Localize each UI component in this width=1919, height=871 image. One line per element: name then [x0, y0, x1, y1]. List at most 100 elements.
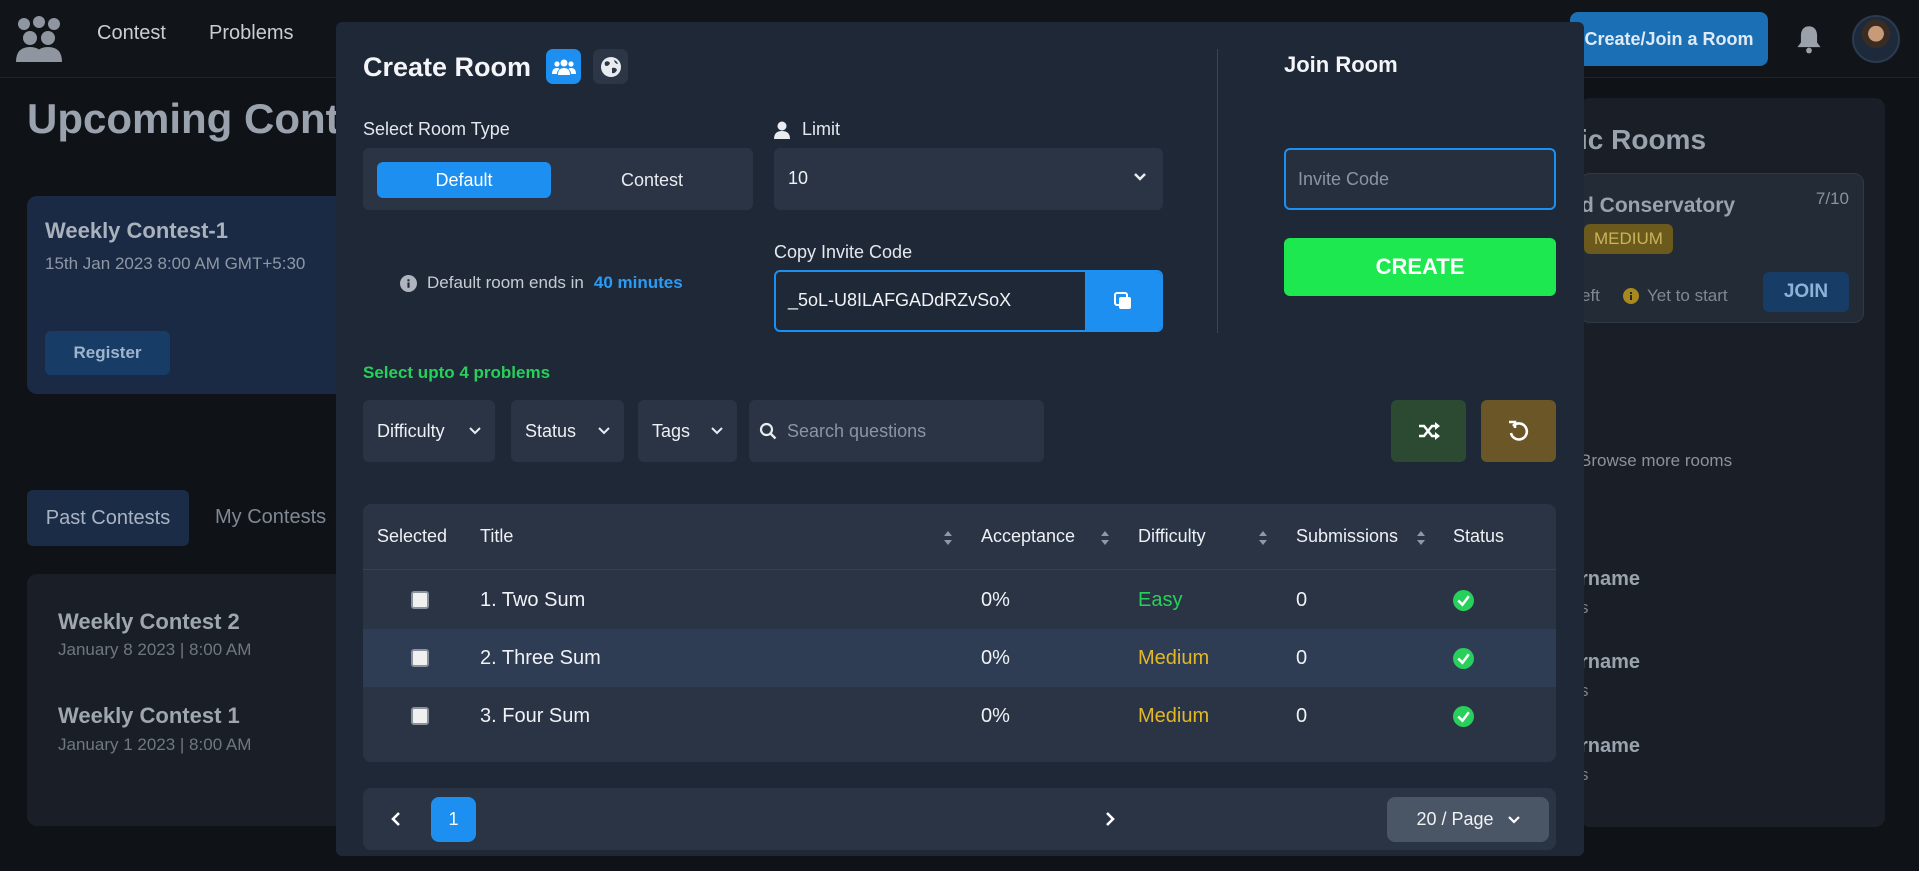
- invite-code-input[interactable]: [1286, 150, 1554, 208]
- tab-past-contests[interactable]: Past Contests: [27, 490, 189, 546]
- user-name: rname: [1580, 651, 1641, 673]
- logo-icon[interactable]: [14, 14, 64, 64]
- chevron-down-icon: [469, 427, 481, 435]
- user-icon: [774, 121, 790, 139]
- previous-page-button[interactable]: [383, 806, 409, 832]
- table-row[interactable]: 1. Two Sum 0% Easy 0: [363, 571, 1556, 629]
- column-status: Status: [1453, 526, 1505, 546]
- row-checkbox[interactable]: [411, 707, 429, 725]
- status-filter-label: Status: [525, 420, 577, 441]
- sort-icon[interactable]: [943, 530, 953, 546]
- public-room-toggle[interactable]: [593, 49, 628, 84]
- register-button[interactable]: Register: [45, 331, 170, 375]
- problem-submissions: 0: [1296, 705, 1308, 727]
- room-type-label: Select Room Type: [363, 119, 510, 139]
- people-icon: [551, 59, 576, 75]
- problem-difficulty: Easy: [1138, 589, 1183, 611]
- invite-code-input-wrapper: [1284, 148, 1556, 210]
- past-contests-list: Weekly Contest 2 January 8 2023 | 8:00 A…: [27, 574, 347, 826]
- sort-icon[interactable]: [1258, 530, 1268, 546]
- past-contest-title[interactable]: Weekly Contest 1: [58, 703, 240, 729]
- tab-my-contests[interactable]: My Contests: [215, 506, 326, 529]
- shuffle-button[interactable]: [1391, 400, 1466, 462]
- duration-highlight: 40 minutes: [593, 273, 683, 292]
- table-row[interactable]: 2. Three Sum 0% Medium 0: [363, 629, 1556, 687]
- column-submissions[interactable]: Submissions: [1296, 526, 1398, 547]
- sort-icon[interactable]: [1416, 530, 1426, 546]
- undo-icon: [1508, 420, 1528, 441]
- column-selected: Selected: [377, 526, 448, 546]
- problem-acceptance: 0%: [981, 647, 1010, 669]
- sort-icon[interactable]: [1100, 530, 1110, 546]
- problem-difficulty: Medium: [1138, 705, 1210, 727]
- contest-card-title: Weekly Contest-1: [45, 218, 228, 243]
- problem-title[interactable]: 2. Three Sum: [480, 647, 601, 670]
- invite-code-value: _5oL-U8ILAFGADdRZvSoX: [788, 290, 1012, 310]
- duration-note-text: Default room ends in: [427, 273, 584, 292]
- upcoming-contest-card: Weekly Contest-1 15th Jan 2023 8:00 AM G…: [27, 196, 347, 394]
- invite-code-field[interactable]: _5oL-U8ILAFGADdRZvSoX: [774, 270, 1163, 332]
- problem-submissions: 0: [1296, 589, 1308, 611]
- create-button[interactable]: CREATE: [1284, 238, 1556, 296]
- room-type-default-option[interactable]: Default: [377, 162, 551, 198]
- room-type-toggle: Default Contest: [363, 148, 753, 210]
- table-row[interactable]: 3. Four Sum 0% Medium 0: [363, 687, 1556, 745]
- bell-icon[interactable]: [1795, 24, 1823, 54]
- select-problems-hint: Select upto 4 problems: [363, 363, 551, 382]
- create-join-room-button[interactable]: Create/Join a Room: [1570, 12, 1768, 66]
- row-checkbox[interactable]: [411, 591, 429, 609]
- info-icon: [400, 274, 417, 292]
- tags-filter-label: Tags: [652, 420, 691, 441]
- browse-more-rooms-link[interactable]: Browse more rooms: [1580, 451, 1732, 471]
- modal-title: Create Room: [363, 52, 532, 82]
- user-name: rname: [1580, 735, 1641, 757]
- tags-filter[interactable]: Tags: [638, 400, 737, 462]
- column-acceptance[interactable]: Acceptance: [981, 526, 1075, 547]
- past-contest-date: January 8 2023 | 8:00 AM: [58, 640, 252, 659]
- page-size-select[interactable]: 20 / Page: [1387, 797, 1549, 842]
- problem-acceptance: 0%: [981, 589, 1010, 611]
- limit-value: 10: [788, 168, 809, 188]
- limit-select[interactable]: 10: [774, 148, 1163, 210]
- room-type-contest-option[interactable]: Contest: [565, 162, 739, 198]
- copy-icon: [1114, 292, 1131, 309]
- problem-title[interactable]: 3. Four Sum: [480, 705, 590, 728]
- problem-submissions: 0: [1296, 647, 1308, 669]
- invite-code-label: Copy Invite Code: [774, 242, 913, 262]
- page-size-label: 20 / Page: [1416, 809, 1494, 829]
- create-room-modal: Create Room Select Room Type Default Con…: [336, 22, 1584, 856]
- user-avatar[interactable]: [1852, 15, 1900, 63]
- upcoming-contests-title: Upcoming Cont: [27, 95, 340, 142]
- room-player-count: 7/10: [1815, 189, 1849, 208]
- room-card[interactable]: d Conservatory 7/10 MEDIUM eft Yet to st…: [1580, 173, 1864, 323]
- problem-difficulty: Medium: [1138, 647, 1210, 669]
- join-room-button[interactable]: JOIN: [1763, 272, 1849, 312]
- join-room-title: Join Room: [1284, 52, 1398, 77]
- contest-card-date: 15th Jan 2023 8:00 AM GMT+5:30: [45, 254, 306, 273]
- chevron-down-icon: [598, 427, 610, 435]
- private-room-toggle[interactable]: [546, 49, 581, 84]
- user-name: rname: [1580, 568, 1641, 590]
- page-1-button[interactable]: 1: [431, 797, 476, 842]
- difficulty-filter[interactable]: Difficulty: [363, 400, 495, 462]
- chevron-right-icon: [1106, 812, 1115, 826]
- column-title[interactable]: Title: [480, 526, 513, 547]
- chevron-down-icon: [1507, 815, 1520, 824]
- next-page-button[interactable]: [1097, 806, 1123, 832]
- status-filter[interactable]: Status: [511, 400, 624, 462]
- copy-invite-code-button[interactable]: [1085, 272, 1161, 330]
- room-name: d Conservatory: [1581, 194, 1736, 217]
- pagination: 1 20 / Page: [363, 788, 1556, 850]
- search-questions-input[interactable]: [787, 420, 1027, 442]
- limit-label: Limit: [802, 119, 841, 139]
- reset-button[interactable]: [1481, 400, 1556, 462]
- past-contest-title[interactable]: Weekly Contest 2: [58, 609, 240, 635]
- row-checkbox[interactable]: [411, 649, 429, 667]
- problems-table: Selected Title Acceptance Difficulty Sub…: [363, 504, 1556, 762]
- nav-problems-link[interactable]: Problems: [209, 22, 293, 45]
- problem-title[interactable]: 1. Two Sum: [480, 589, 585, 612]
- chevron-left-icon: [391, 812, 400, 826]
- nav-contest-link[interactable]: Contest: [97, 22, 166, 45]
- column-difficulty[interactable]: Difficulty: [1138, 526, 1206, 547]
- problem-acceptance: 0%: [981, 705, 1010, 727]
